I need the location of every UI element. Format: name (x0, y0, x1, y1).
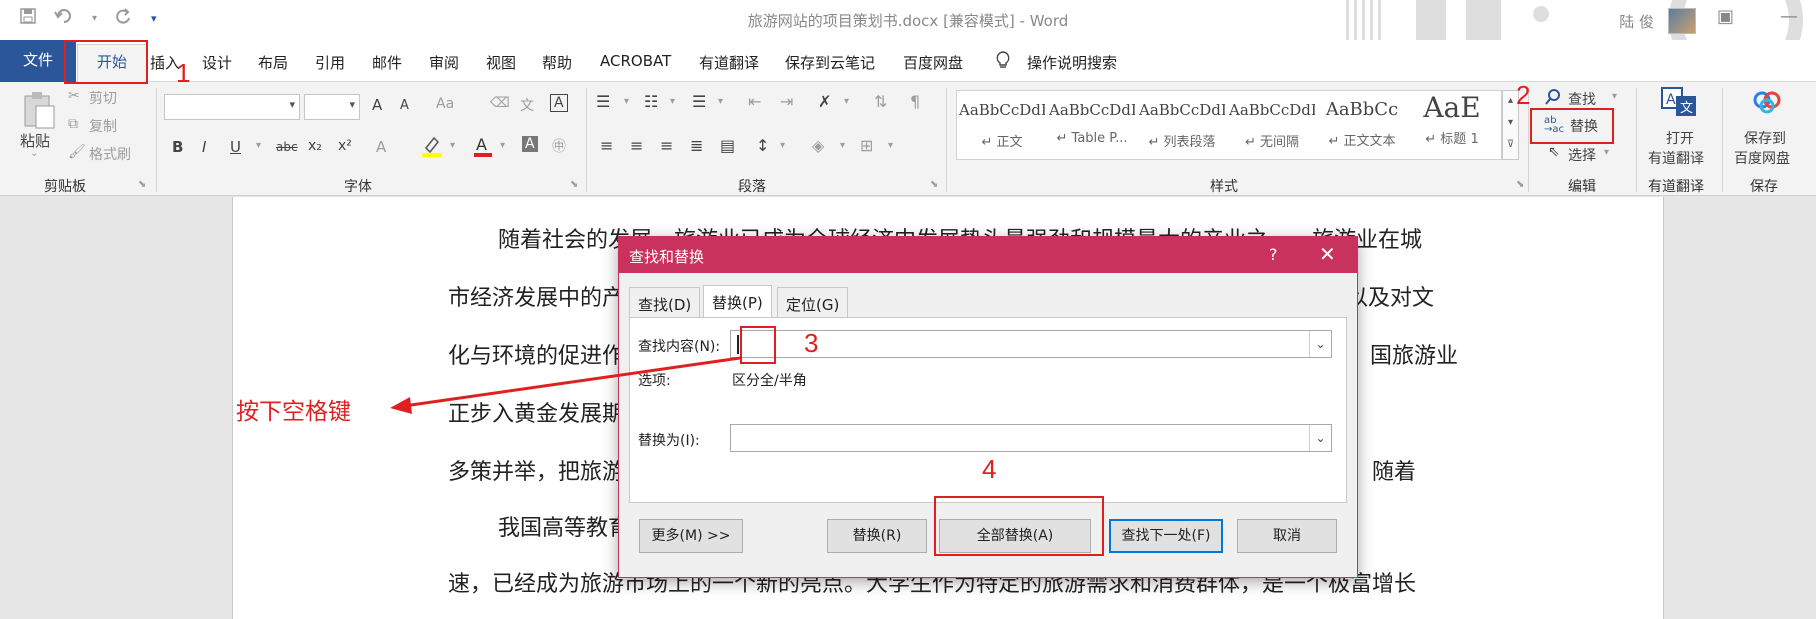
annotation-press-space: 按下空格键 (236, 399, 351, 425)
annotation-arrow (390, 356, 741, 414)
